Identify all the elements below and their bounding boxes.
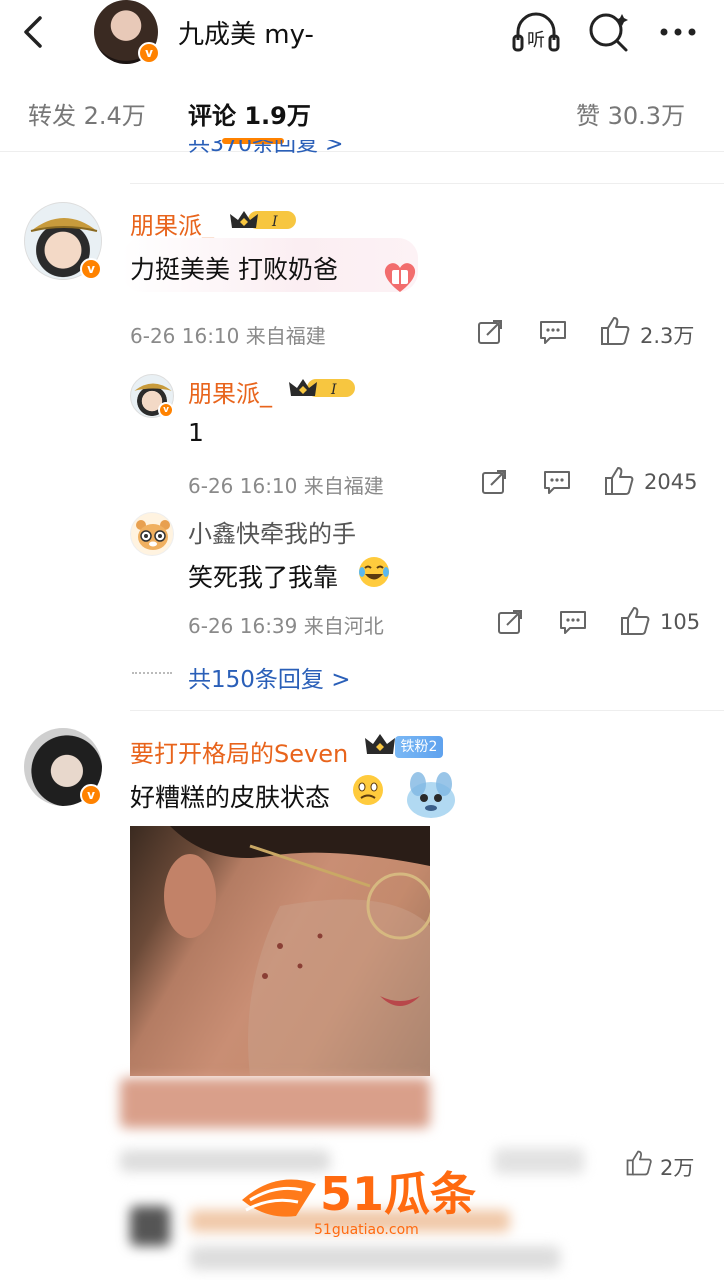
reply-icon[interactable]	[542, 468, 572, 496]
watermark-url: 51guatiao.com	[314, 1222, 419, 1238]
tab-reposts[interactable]: 转发 2.4万	[28, 96, 146, 131]
replier-avatar[interactable]	[130, 512, 174, 556]
replier-name[interactable]: 朋果派_	[188, 374, 272, 409]
more-replies-link[interactable]: 共150条回复 >	[188, 660, 350, 694]
verified-badge-icon: v	[138, 42, 160, 64]
blurred-actions	[494, 1148, 584, 1174]
like-thumb-icon[interactable]	[602, 464, 636, 498]
comment-text: 好糟糕的皮肤状态	[130, 783, 331, 812]
like-count: 2万	[660, 1156, 695, 1180]
site-watermark-logo: 51瓜条 51guatiao.com	[242, 1167, 476, 1238]
reply-meta: 6-26 16:10 来自福建	[188, 474, 384, 498]
listen-label: 听	[527, 30, 545, 51]
replier-name[interactable]: 小鑫快牵我的手	[188, 514, 356, 549]
repost-icon[interactable]	[496, 608, 524, 636]
partial-reply-link[interactable]: 共370条回复 >	[188, 140, 343, 154]
repost-icon[interactable]	[480, 468, 508, 496]
divider	[130, 710, 724, 711]
commenter-name[interactable]: 朋果派_	[130, 206, 214, 241]
reply-icon[interactable]	[558, 608, 588, 636]
post-tabs: 转发 2.4万 评论 1.9万 赞 30.3万	[0, 72, 724, 152]
commenter-name[interactable]: 要打开格局的Seven	[130, 734, 348, 769]
top-bar: v 九成美 my- 听	[0, 0, 724, 72]
verified-badge-icon: v	[80, 784, 102, 806]
like-count: 2045	[644, 470, 698, 494]
comment-text: 力挺美美 打败奶爸	[130, 255, 338, 284]
like-thumb-icon[interactable]	[598, 314, 632, 348]
laughing-crying-emoji-icon	[359, 557, 389, 587]
blurred-content	[120, 1078, 430, 1128]
face-photo-illustration	[130, 826, 430, 1076]
headphones-listen-icon[interactable]: 听	[510, 8, 562, 56]
author-name[interactable]: 九成美 my-	[178, 14, 314, 51]
reply-text: 笑死我了我靠	[188, 563, 339, 592]
tab-comments[interactable]: 评论 1.9万	[188, 96, 311, 131]
tab-likes[interactable]: 赞 30.3万	[576, 96, 685, 131]
verified-badge-icon: v	[80, 258, 102, 280]
tiger-cartoon-icon	[136, 520, 170, 550]
reply-meta: 6-26 16:39 来自河北	[188, 614, 384, 638]
member-crown-badge-icon: I	[289, 379, 355, 398]
divider	[130, 183, 724, 184]
back-arrow-icon[interactable]	[14, 10, 54, 54]
like-thumb-icon[interactable]	[624, 1148, 654, 1178]
like-thumb-icon[interactable]	[618, 604, 652, 638]
worried-emoji-icon	[353, 775, 383, 805]
gift-heart-icon	[384, 263, 416, 292]
svg-text:I: I	[330, 382, 337, 398]
like-count: 105	[660, 610, 701, 634]
stitch-sticker-icon	[407, 772, 455, 818]
blurred-avatar	[130, 1206, 170, 1246]
more-options-icon[interactable]	[652, 8, 704, 56]
member-crown-badge-icon: I	[230, 211, 296, 230]
watermark-logo-text: 51瓜条	[320, 1167, 476, 1221]
reply-text: 1	[188, 418, 204, 447]
thread-dots	[132, 672, 172, 674]
comment-image[interactable]	[130, 826, 430, 1076]
fan-level-badge: 铁粉2	[395, 736, 443, 758]
svg-text:I: I	[271, 214, 278, 230]
like-count: 2.3万	[640, 324, 695, 348]
reply-icon[interactable]	[538, 318, 568, 346]
crown-icon	[365, 734, 395, 754]
comment-meta: 6-26 16:10 来自福建	[130, 324, 326, 348]
repost-icon[interactable]	[476, 318, 504, 346]
search-icon[interactable]	[582, 8, 634, 56]
verified-badge-icon: v	[158, 402, 174, 418]
blurred-reply-text	[190, 1246, 560, 1270]
